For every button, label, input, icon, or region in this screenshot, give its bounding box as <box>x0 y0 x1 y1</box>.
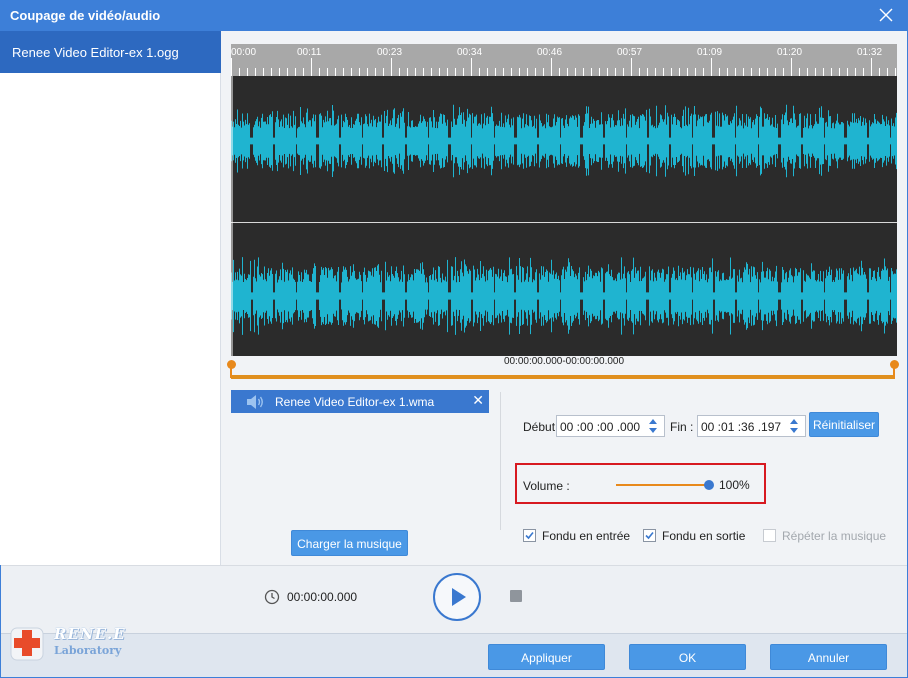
audio-track-item[interactable]: Renee Video Editor-ex 1.wma ✕ <box>231 390 489 413</box>
volume-label: Volume : <box>523 479 570 493</box>
start-time-value: 00 :00 :00 .000 <box>560 420 641 434</box>
logo-brand-text: RENE.E <box>54 625 126 643</box>
playback-time: 00:00:00.000 <box>287 590 358 604</box>
panel-divider <box>500 392 501 530</box>
checkmark-icon <box>645 531 654 540</box>
logo-icon <box>10 627 44 661</box>
end-time-spinner-icon[interactable] <box>789 416 799 436</box>
tick-label: 00:34 <box>457 47 483 58</box>
remove-track-icon[interactable]: ✕ <box>472 392 484 409</box>
window-title: Coupage de vidéo/audio <box>10 8 161 23</box>
selection-range-bar[interactable] <box>231 375 895 379</box>
range-end-handle[interactable] <box>890 360 899 369</box>
logo: RENE.E Laboratory <box>8 622 138 664</box>
selection-range-text: 00:00:00.000-00:00:00.000 <box>503 356 625 367</box>
waveform-channel <box>231 257 897 335</box>
fade-in-label: Fondu en entrée <box>542 529 631 543</box>
timeline-ruler[interactable]: 00:00 00:11 00:23 00:34 00:46 00:57 01:0… <box>231 44 897 76</box>
apply-button[interactable]: Appliquer <box>488 644 605 670</box>
load-music-button[interactable]: Charger la musique <box>291 530 408 556</box>
waveform-channel <box>231 104 897 178</box>
tick-label: 01:32 <box>857 47 883 58</box>
volume-slider-track[interactable] <box>616 484 710 486</box>
sidebar-item-file[interactable]: Renee Video Editor-ex 1.ogg <box>0 31 221 73</box>
tick-label: 01:20 <box>777 47 803 58</box>
ok-button[interactable]: OK <box>629 644 746 670</box>
end-time-value: 00 :01 :36 .197 <box>701 420 782 434</box>
volume-slider-knob[interactable] <box>704 480 714 490</box>
tick-label: 00:11 <box>297 47 322 58</box>
tick-label: 00:23 <box>377 47 403 58</box>
fade-in-checkbox[interactable] <box>523 529 536 542</box>
tick-label: 01:09 <box>697 47 723 58</box>
speaker-icon <box>247 395 263 409</box>
range-start-handle[interactable] <box>227 360 236 369</box>
audio-track-name: Renee Video Editor-ex 1.wma <box>275 395 435 409</box>
file-list-sidebar: Renee Video Editor-ex 1.ogg <box>0 31 221 565</box>
logo-sub-text: Laboratory <box>54 644 122 657</box>
close-icon[interactable] <box>876 5 896 25</box>
tick-label: 00:57 <box>617 47 643 58</box>
stop-button[interactable] <box>510 590 522 602</box>
volume-value: 100% <box>719 478 750 492</box>
fade-out-checkbox[interactable] <box>643 529 656 542</box>
tick-label: 00:46 <box>537 47 563 58</box>
tick-label: 00:00 <box>231 47 257 58</box>
sidebar-item-label: Renee Video Editor-ex 1.ogg <box>12 45 179 60</box>
end-label: Fin : <box>670 420 694 434</box>
title-bar: Coupage de vidéo/audio <box>0 0 908 31</box>
waveform-graph <box>231 76 897 356</box>
fade-out-label: Fondu en sortie <box>662 529 746 543</box>
reset-button[interactable]: Réinitialiser <box>809 412 879 437</box>
clock-icon <box>264 589 280 605</box>
play-icon <box>452 588 466 606</box>
start-label: Début <box>523 420 556 434</box>
play-button[interactable] <box>433 573 481 621</box>
waveform[interactable] <box>231 76 897 356</box>
repeat-music-checkbox[interactable] <box>763 529 776 542</box>
start-time-spinner-icon[interactable] <box>648 416 658 436</box>
cancel-button[interactable]: Annuler <box>770 644 887 670</box>
repeat-music-label: Répéter la musique <box>782 529 887 543</box>
waveform-area[interactable]: 00:00 00:11 00:23 00:34 00:46 00:57 01:0… <box>231 44 897 356</box>
checkmark-icon <box>525 531 534 540</box>
